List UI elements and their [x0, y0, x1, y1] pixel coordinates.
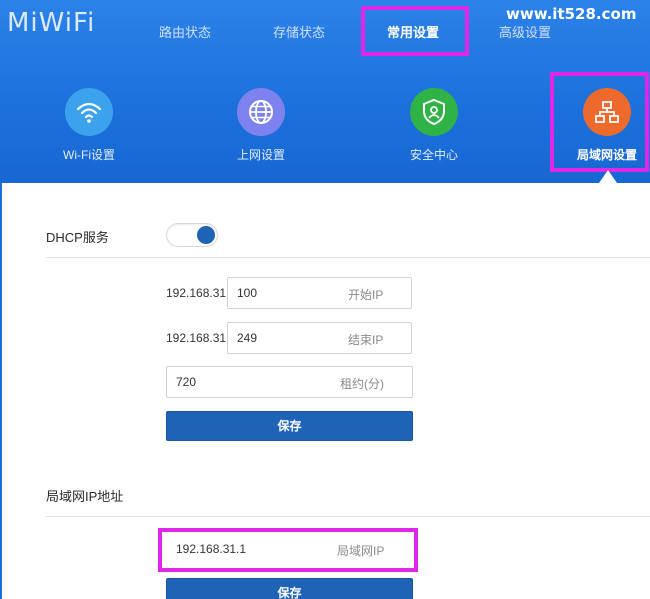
- lease-time-hint: 租约(分): [340, 377, 384, 391]
- miwifi-logo: MiWiFi: [7, 8, 96, 38]
- tile-label-lan: 局域网设置: [576, 148, 637, 162]
- end-ip-input[interactable]: [228, 323, 411, 353]
- active-tab-pointer: [599, 170, 617, 183]
- network-icon: [583, 88, 631, 136]
- lan-save-button[interactable]: 保存: [166, 578, 413, 599]
- end-ip-field[interactable]: 结束IP: [227, 322, 412, 354]
- tile-wifi-settings[interactable]: Wi-Fi设置: [34, 88, 144, 163]
- start-ip-input[interactable]: [228, 278, 411, 308]
- tile-internet-settings[interactable]: 上网设置: [206, 88, 316, 163]
- end-ip-prefix: 192.168.31: [166, 331, 227, 345]
- nav-tab-advanced-settings[interactable]: 高级设置: [499, 22, 551, 41]
- start-ip-field[interactable]: 开始IP: [227, 277, 412, 309]
- section-divider: [46, 257, 650, 258]
- tile-label-internet: 上网设置: [236, 148, 285, 162]
- tile-security-center[interactable]: 安全中心: [379, 88, 489, 163]
- tile-lan-settings[interactable]: 局域网设置: [552, 88, 650, 163]
- lan-ip-field[interactable]: 局域网IP: [166, 533, 413, 565]
- nav-tab-storage-status[interactable]: 存储状态: [273, 22, 325, 41]
- section-divider: [46, 516, 650, 517]
- start-ip-prefix: 192.168.31: [166, 286, 227, 300]
- lan-ip-hint: 局域网IP: [337, 544, 385, 558]
- nav-tab-common-settings[interactable]: 常用设置: [387, 22, 439, 41]
- top-header: MiWiFi www.it528.com 路由状态 存储状态 常用设置 高级设置…: [0, 0, 650, 183]
- tile-label-wifi: Wi-Fi设置: [63, 148, 115, 162]
- globe-icon: [237, 88, 285, 136]
- wifi-icon: [65, 88, 113, 136]
- tile-label-security: 安全中心: [409, 148, 458, 162]
- dhcp-toggle[interactable]: [166, 223, 218, 247]
- shield-icon: [410, 88, 458, 136]
- start-ip-hint: 开始IP: [348, 288, 384, 302]
- toggle-knob: [197, 226, 215, 244]
- watermark-text: www.it528.com: [506, 5, 637, 23]
- dhcp-section-title: DHCP服务: [46, 230, 109, 245]
- nav-tab-router-status[interactable]: 路由状态: [159, 22, 211, 41]
- dhcp-save-button[interactable]: 保存: [166, 411, 413, 441]
- lan-ip-section-title: 局域网IP地址: [46, 489, 124, 504]
- lease-time-field[interactable]: 租约(分): [166, 366, 413, 398]
- end-ip-hint: 结束IP: [348, 333, 384, 347]
